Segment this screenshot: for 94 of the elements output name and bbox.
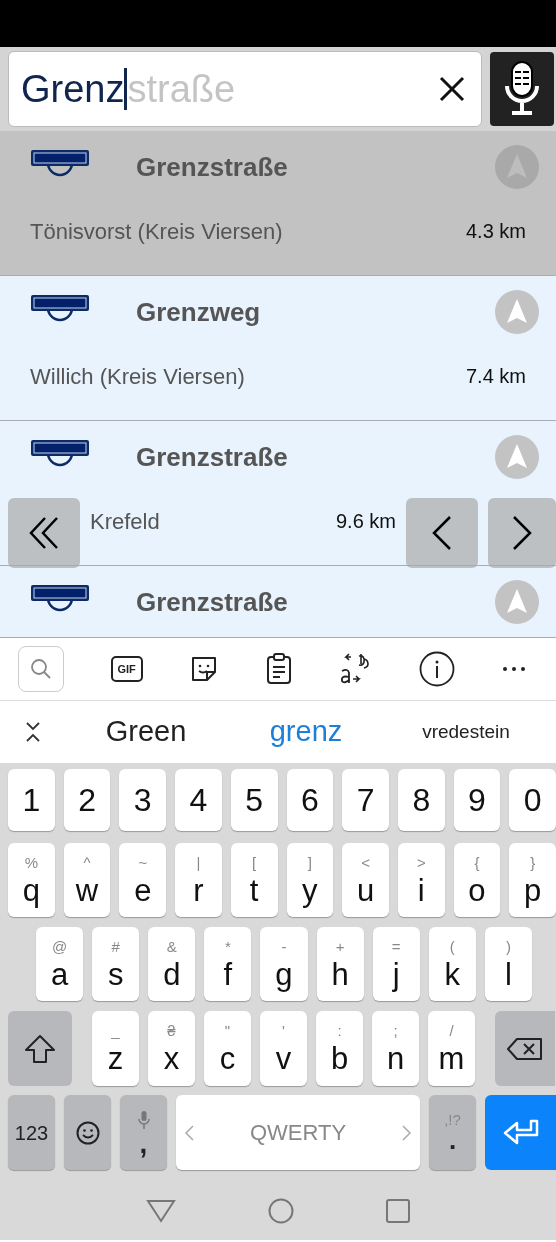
suggestion[interactable]: grenz (226, 710, 386, 754)
result-location: Tönisvorst (Kreis Viersen) (30, 217, 283, 246)
key[interactable]: ] y (286, 843, 334, 917)
key[interactable]: & d (148, 927, 196, 1001)
key[interactable]: @ a (36, 927, 84, 1001)
key[interactable]: 5 (230, 769, 278, 831)
chevron-right-icon (402, 1124, 412, 1141)
microphone-icon (137, 1109, 150, 1130)
key[interactable]: } p (509, 843, 556, 917)
result-item[interactable]: Grenzweg Willich (Kreis Viersen) 7.4 km (0, 276, 556, 421)
key[interactable]: / m (428, 1011, 475, 1086)
comma-key[interactable]: , (120, 1095, 167, 1170)
layout-label: QWERTY (249, 1119, 347, 1147)
period-key[interactable]: ,!? . (429, 1095, 476, 1170)
gif-button[interactable]: GIF (110, 656, 143, 682)
key[interactable]: { o (453, 843, 501, 917)
autocomplete-text: straße (127, 70, 236, 108)
result-item[interactable]: Grenzstraße Tönisvorst (Kreis Viersen) 4.3 km (0, 131, 556, 276)
microphone-icon (502, 60, 542, 118)
result-distance: 9.6 km (335, 509, 396, 534)
key[interactable]: | r (175, 843, 222, 917)
key[interactable]: ; n (372, 1011, 419, 1086)
shift-icon (24, 1033, 56, 1064)
shift-key[interactable] (8, 1011, 72, 1086)
key[interactable]: 8 (397, 769, 445, 831)
result-title: Grenzstraße (136, 150, 289, 184)
backspace-icon (507, 1036, 543, 1061)
double-chevron-left-icon (29, 516, 59, 550)
collapse-icon[interactable] (25, 721, 41, 743)
result-location: Willich (Kreis Viersen) (30, 362, 245, 391)
enter-key[interactable] (485, 1095, 556, 1170)
key[interactable]: : b (316, 1011, 363, 1086)
key[interactable]: ~ e (119, 843, 167, 917)
text-cursor (124, 68, 128, 110)
result-item[interactable]: Grenzstraße (0, 566, 556, 638)
key[interactable]: > i (397, 843, 445, 917)
search-field[interactable]: Grenzstraße (8, 51, 482, 127)
microphone-button[interactable] (490, 52, 554, 126)
key[interactable]: 1 (8, 769, 55, 831)
key[interactable]: ) l (484, 927, 532, 1001)
key[interactable]: _ z (92, 1011, 139, 1086)
result-distance: 7.4 km (465, 364, 526, 389)
key[interactable]: = j (372, 927, 420, 1001)
home-icon[interactable] (268, 1198, 294, 1224)
key[interactable]: ' v (260, 1011, 307, 1086)
key[interactable]: 0 (509, 769, 556, 831)
more-icon (501, 666, 526, 672)
info-button[interactable] (419, 651, 456, 687)
first-page-button[interactable] (8, 498, 80, 568)
key[interactable]: ( k (428, 927, 476, 1001)
key[interactable]: " c (204, 1011, 251, 1086)
key[interactable]: < u (342, 843, 389, 917)
key[interactable]: 4 (175, 769, 222, 831)
key[interactable]: ^ w (63, 843, 111, 917)
smiley-icon (75, 1120, 100, 1145)
info-icon (419, 651, 456, 687)
next-page-button[interactable] (488, 498, 556, 568)
close-icon[interactable] (439, 76, 465, 102)
key[interactable]: % q (8, 843, 55, 917)
search-text: Grenz (21, 70, 125, 108)
search-button[interactable] (18, 646, 64, 692)
emoji-key[interactable] (64, 1095, 111, 1170)
key[interactable]: 9 (453, 769, 501, 831)
key[interactable]: # s (92, 927, 140, 1001)
key[interactable]: * f (204, 927, 252, 1001)
key[interactable]: + h (316, 927, 364, 1001)
key[interactable]: - g (260, 927, 308, 1001)
previous-page-button[interactable] (406, 498, 478, 568)
result-title: Grenzstraße (136, 585, 289, 619)
suggestion[interactable]: vredestein (386, 717, 546, 747)
symbols-key[interactable]: 123 (8, 1095, 55, 1170)
key[interactable]: 6 (286, 769, 334, 831)
search-icon (30, 658, 52, 680)
key[interactable]: [ t (230, 843, 278, 917)
clipboard-icon (265, 653, 292, 685)
suggestion[interactable]: Green (66, 710, 226, 754)
more-button[interactable] (501, 666, 526, 672)
enter-icon (502, 1118, 539, 1147)
space-key[interactable]: QWERTY (176, 1095, 420, 1170)
key[interactable]: ₴ x (148, 1011, 195, 1086)
key[interactable]: 2 (63, 769, 111, 831)
chevron-left-icon (432, 515, 452, 551)
key[interactable]: 7 (342, 769, 389, 831)
recent-apps-icon[interactable] (386, 1199, 410, 1223)
key[interactable]: 3 (119, 769, 167, 831)
back-icon[interactable] (146, 1199, 176, 1223)
clipboard-button[interactable] (265, 653, 292, 685)
result-distance: 4.3 km (465, 219, 526, 244)
result-location: Krefeld (90, 507, 160, 536)
chevron-right-icon (512, 515, 532, 551)
chevron-left-icon (184, 1124, 194, 1141)
backspace-key[interactable] (495, 1011, 555, 1086)
result-title: Grenzweg (136, 295, 262, 329)
result-title: Grenzstraße (136, 440, 289, 474)
